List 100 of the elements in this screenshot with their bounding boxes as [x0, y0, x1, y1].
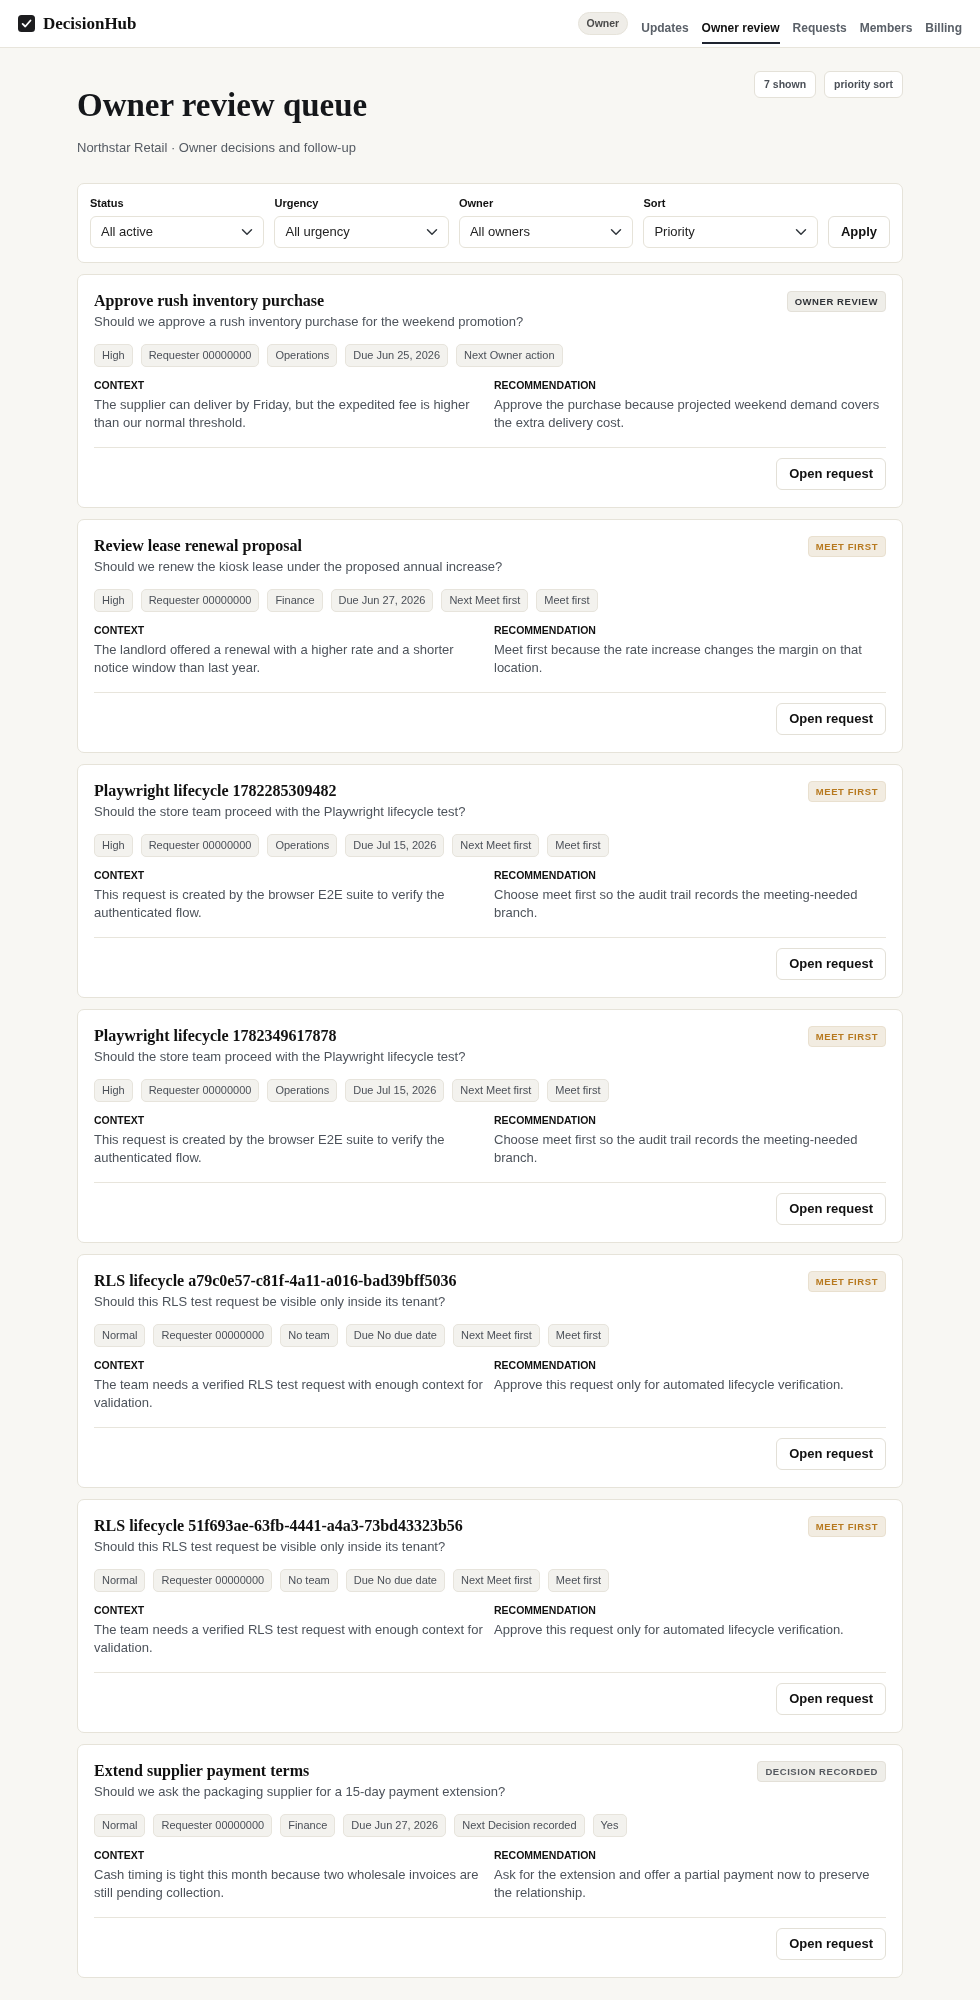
filter-label: Owner	[458, 196, 495, 210]
meta-tag: Operations	[267, 344, 338, 367]
meta-tag: Meet first	[547, 1324, 610, 1347]
section-text: Approve this request only for automated lifecycle verification.	[494, 1376, 845, 1394]
section-label: RECOMMENDATION	[494, 1603, 597, 1617]
open-request-button[interactable]: Open request	[776, 703, 886, 735]
meta-tag: Due Jun 27, 2026	[330, 589, 434, 612]
meta-tag: Normal	[94, 1814, 146, 1837]
section-text: The team needs a verified RLS test request with enough context for validation.	[94, 1621, 484, 1657]
section-label: RECOMMENDATION	[494, 1358, 597, 1372]
nav-link[interactable]: Billing	[925, 13, 962, 44]
meta-tag: Due Jun 27, 2026	[343, 1814, 447, 1837]
section-label: RECOMMENDATION	[494, 1848, 597, 1862]
nav-link[interactable]: Members	[859, 13, 913, 44]
section-label: CONTEXT	[94, 868, 146, 882]
checkbox-icon	[18, 15, 35, 32]
meta-tag: Meet first	[547, 1079, 609, 1102]
status-badge: DECISION RECORDED	[757, 1761, 886, 1782]
meta-tag: Next Meet first	[452, 1324, 540, 1347]
nav-link[interactable]: Updates	[641, 13, 689, 44]
section-label: RECOMMENDATION	[494, 1113, 597, 1127]
meta-tag: Next Owner action	[456, 344, 563, 367]
request-title: Review lease renewal proposal	[94, 536, 303, 556]
meta-tag: Requester 00000000	[153, 1324, 273, 1347]
request-question: Should we ask the packaging supplier for a 15-day payment extension?	[94, 1783, 506, 1801]
filter-select[interactable]: All urgency	[274, 216, 449, 248]
filter-select[interactable]: Priority	[643, 216, 818, 248]
meta-tag: Requester 00000000	[140, 834, 260, 857]
request-question: Should this RLS test request be visible only inside its tenant?	[94, 1538, 447, 1556]
meta-tag: Yes	[592, 1814, 627, 1837]
meta-tag: High	[94, 589, 133, 612]
filter-select[interactable]: All active	[90, 216, 265, 248]
page-subtitle: Northstar Retail · Owner decisions and follow-up	[77, 139, 357, 157]
apply-button[interactable]: Apply	[827, 216, 890, 248]
request-question: Should we renew the kiosk lease under the proposed annual increase?	[94, 558, 503, 576]
meta-tag: Due No due date	[345, 1569, 445, 1592]
status-badge: MEET FIRST	[807, 1026, 886, 1047]
open-request-button[interactable]: Open request	[776, 458, 886, 490]
meta-tag: Meet first	[536, 589, 598, 612]
summary-pill: 7 shown	[754, 71, 817, 98]
meta-tag: Normal	[94, 1569, 146, 1592]
filter-label: Status	[90, 196, 125, 210]
meta-tag: Meet first	[547, 834, 609, 857]
request-title: Extend supplier payment terms	[94, 1761, 311, 1781]
section-label: RECOMMENDATION	[494, 868, 597, 882]
request-question: Should this RLS test request be visible only inside its tenant?	[94, 1293, 447, 1311]
open-request-button[interactable]: Open request	[776, 1193, 886, 1225]
section-label: CONTEXT	[94, 378, 146, 392]
open-request-button[interactable]: Open request	[776, 1928, 886, 1960]
section-label: CONTEXT	[94, 1603, 146, 1617]
request-title: RLS lifecycle 51f693ae-63fb-4441-a4a3-73bd43323b56	[94, 1516, 463, 1536]
meta-tag: Requester 00000000	[140, 1079, 260, 1102]
meta-tag: Requester 00000000	[140, 344, 260, 367]
meta-tag: Finance	[267, 589, 323, 612]
section-text: The team needs a verified RLS test request with enough context for validation.	[94, 1376, 484, 1412]
section-text: This request is created by the browser E2E suite to verify the authenticated flow.	[94, 886, 446, 922]
meta-tag: Due Jun 25, 2026	[345, 344, 449, 367]
meta-tag: Operations	[267, 834, 338, 857]
section-label: CONTEXT	[94, 623, 146, 637]
section-text: Choose meet first so the audit trail records the meeting-needed branch.	[494, 886, 859, 922]
meta-tag: High	[94, 1079, 133, 1102]
section-text: Choose meet first so the audit trail records the meeting-needed branch.	[494, 1131, 859, 1167]
open-request-button[interactable]: Open request	[776, 1683, 886, 1715]
request-question: Should the store team proceed with the Playwright lifecycle test?	[94, 803, 466, 821]
section-text: Meet first because the rate increase changes the margin on that location.	[494, 641, 863, 677]
request-question: Should the store team proceed with the Playwright lifecycle test?	[94, 1048, 466, 1066]
request-title: RLS lifecycle a79c0e57-c81f-4a11-a016-bad39bff5036	[94, 1271, 457, 1291]
section-label: RECOMMENDATION	[494, 623, 597, 637]
section-text: Ask for the extension and offer a partial payment now to preserve the relationship.	[494, 1866, 871, 1902]
meta-tag: Finance	[280, 1814, 336, 1837]
section-label: CONTEXT	[94, 1113, 146, 1127]
meta-tag: High	[94, 834, 133, 857]
brand-name[interactable]: DecisionHub	[43, 13, 137, 34]
filter-select[interactable]: All owners	[458, 216, 634, 248]
open-request-button[interactable]: Open request	[776, 1438, 886, 1470]
status-badge: MEET FIRST	[807, 536, 886, 557]
meta-tag: No team	[280, 1324, 338, 1347]
status-badge: OWNER REVIEW	[786, 291, 886, 312]
meta-tag: Requester 00000000	[140, 589, 260, 612]
status-badge: MEET FIRST	[807, 1271, 886, 1292]
role-badge: Owner	[577, 12, 629, 35]
meta-tag: Requester 00000000	[153, 1569, 273, 1592]
nav-link[interactable]: Requests	[792, 13, 847, 44]
section-text: Approve this request only for automated lifecycle verification.	[494, 1621, 845, 1639]
meta-tag: Operations	[267, 1079, 338, 1102]
section-text: The landlord offered a renewal with a higher rate and a shorter notice window than last year.	[94, 641, 455, 677]
section-label: CONTEXT	[94, 1358, 146, 1372]
meta-tag: Normal	[94, 1324, 146, 1347]
section-label: RECOMMENDATION	[494, 378, 597, 392]
summary-pill: priority sort	[824, 71, 903, 98]
meta-tag: Due No due date	[345, 1324, 445, 1347]
filter-label: Urgency	[274, 196, 320, 210]
meta-tag: Next Meet first	[452, 834, 540, 857]
meta-tag: Next Meet first	[441, 589, 529, 612]
meta-tag: High	[94, 344, 133, 367]
open-request-button[interactable]: Open request	[776, 948, 886, 980]
status-badge: MEET FIRST	[807, 1516, 886, 1537]
section-text: This request is created by the browser E2E suite to verify the authenticated flow.	[94, 1131, 446, 1167]
nav-link[interactable]: Owner review	[701, 13, 780, 44]
meta-tag: Next Meet first	[452, 1569, 540, 1592]
